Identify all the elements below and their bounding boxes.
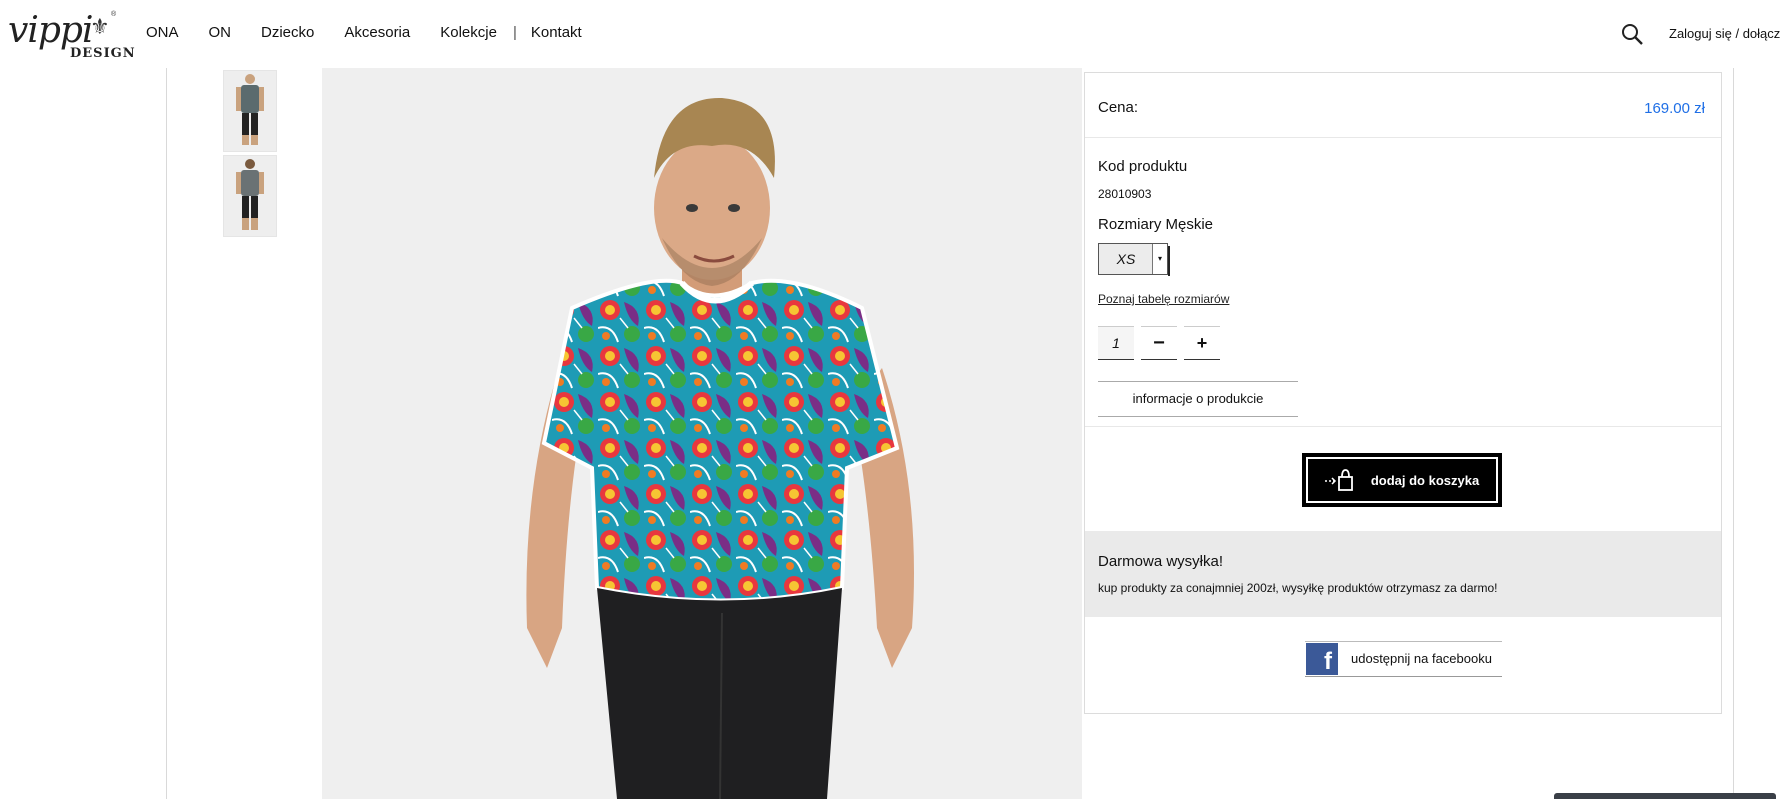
nav-item-kontakt[interactable]: Kontakt [531, 24, 582, 41]
panel-divider [1085, 426, 1721, 427]
nav-item-akcesoria[interactable]: Akcesoria [344, 24, 410, 41]
thumbnail-figure-icon [236, 74, 264, 145]
chevron-down-icon[interactable]: ▾ [1152, 244, 1170, 276]
content-border-left [166, 68, 167, 799]
quantity-decrease-button[interactable]: − [1141, 326, 1177, 360]
main-nav: ONA ON Dziecko Akcesoria Kolekcje | Kont… [146, 24, 612, 41]
add-to-cart-inner: dodaj do koszyka [1306, 457, 1498, 503]
content-border-right [1733, 68, 1734, 799]
product-code-label: Kod produktu [1098, 158, 1188, 175]
nav-item-on[interactable]: ON [209, 24, 232, 41]
size-table-link[interactable]: Poznaj tabelę rozmiarów [1098, 292, 1229, 306]
quantity-input[interactable]: 1 [1098, 326, 1134, 360]
site-logo[interactable]: vippi ⚜ ® DESIGN [8, 8, 135, 62]
facebook-share-label: udostępnij na facebooku [1351, 651, 1492, 666]
logo-ornament-icon: ⚜ [90, 14, 110, 39]
product-code-value: 28010903 [1098, 187, 1152, 201]
logo-registered-mark: ® [111, 11, 117, 18]
thumbnail-figure-icon [236, 159, 264, 230]
product-thumbnail-1[interactable] [223, 70, 277, 152]
login-link[interactable]: Zaloguj się / dołącz d [1669, 26, 1783, 41]
size-select[interactable]: XS ▾ [1098, 243, 1170, 276]
product-details-panel: Cena: 169.00 zł Kod produktu 28010903 Ro… [1084, 72, 1722, 714]
add-to-cart-button[interactable]: dodaj do koszyka [1302, 453, 1502, 507]
nav-item-dziecko[interactable]: Dziecko [261, 24, 314, 41]
shopping-bag-icon [1324, 469, 1353, 491]
price-value: 169.00 zł [1644, 100, 1705, 117]
shipping-text: kup produkty za conajmniej 200zł, wysyłk… [1098, 581, 1498, 595]
product-main-image [322, 68, 1082, 799]
logo-text: vippi [8, 10, 93, 51]
size-label: Rozmiary Męskie [1098, 216, 1214, 233]
facebook-share-button[interactable]: f udostępnij na facebooku [1305, 641, 1502, 677]
free-shipping-banner: Darmowa wysyłka! kup produkty za conajmn… [1085, 531, 1721, 617]
nav-item-ona[interactable]: ONA [146, 24, 179, 41]
size-selected-value: XS [1116, 251, 1136, 267]
quantity-increase-button[interactable]: + [1184, 326, 1220, 360]
bottom-widget-tab[interactable] [1554, 793, 1776, 799]
shipping-title: Darmowa wysyłka! [1098, 553, 1224, 570]
logo-subtitle: DESIGN [70, 46, 136, 61]
product-thumbnail-2[interactable] [223, 155, 277, 237]
nav-item-kolekcje[interactable]: Kolekcje [440, 24, 497, 41]
product-info-button[interactable]: informacje o produkcie [1098, 381, 1298, 417]
facebook-icon: f [1306, 643, 1338, 675]
search-icon[interactable] [1620, 22, 1644, 46]
product-photo-illustration [526, 97, 914, 799]
nav-separator: | [512, 24, 517, 41]
price-label: Cena: [1098, 99, 1139, 116]
add-to-cart-label: dodaj do koszyka [1370, 472, 1480, 488]
price-row: Cena: 169.00 zł [1085, 73, 1721, 138]
site-header: vippi ⚜ ® DESIGN ONA ON Dziecko Akcesori… [0, 0, 1783, 68]
